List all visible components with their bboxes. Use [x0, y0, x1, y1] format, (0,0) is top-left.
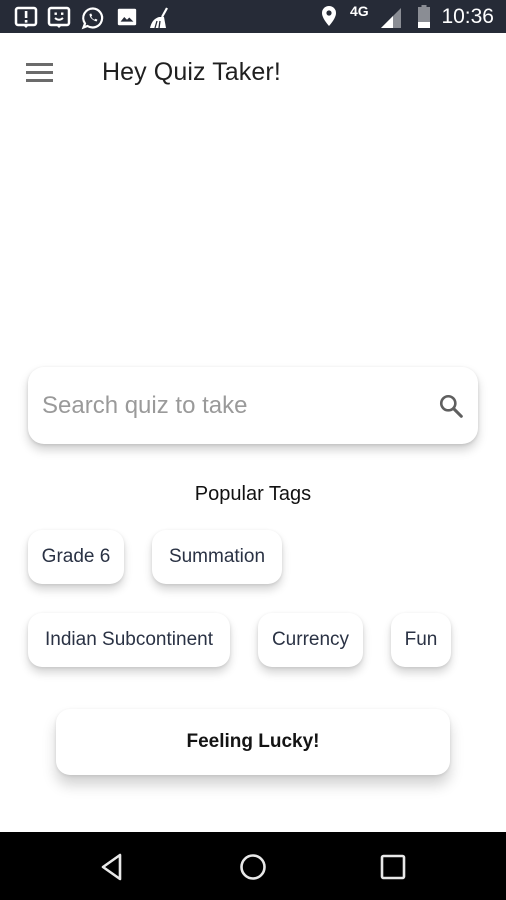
- tag-chip-currency[interactable]: Currency: [258, 613, 363, 667]
- back-icon[interactable]: [96, 850, 130, 884]
- tag-chip-indian-subcontinent[interactable]: Indian Subcontinent: [28, 613, 230, 667]
- popular-tags-heading: Popular Tags: [194, 483, 312, 505]
- home-icon[interactable]: [236, 850, 270, 884]
- tag-chip-label: Summation: [168, 546, 266, 567]
- system-nav-bar: [0, 832, 506, 900]
- network-type: 4G: [350, 3, 369, 19]
- cleaner-broom-icon: [150, 7, 168, 29]
- location-pin-icon: [322, 6, 336, 26]
- status-bar: 4G 10:36: [0, 0, 506, 33]
- tag-chip-label: Fun: [404, 629, 438, 650]
- page-title: Hey Quiz Taker!: [102, 58, 281, 86]
- tag-chip-fun[interactable]: Fun: [391, 613, 451, 667]
- tag-chip-summation[interactable]: Summation: [152, 530, 282, 584]
- face-notification-icon: [47, 6, 71, 28]
- clock: 10:36: [441, 5, 494, 28]
- battery-icon: [418, 5, 430, 28]
- search-icon[interactable]: [438, 393, 464, 419]
- app-bar: Hey Quiz Taker!: [0, 33, 506, 113]
- search-input[interactable]: [42, 367, 422, 444]
- search-bar: [28, 367, 478, 444]
- screen: 4G 10:36 Hey Quiz Taker! Popular Tags Gr…: [0, 0, 506, 900]
- tag-chip-grade-6[interactable]: Grade 6: [28, 530, 124, 584]
- tag-chip-label: Indian Subcontinent: [45, 629, 213, 650]
- image-icon: [117, 8, 137, 26]
- alert-notification-icon: [14, 6, 38, 28]
- signal-icon: [381, 8, 401, 28]
- recents-icon[interactable]: [376, 850, 410, 884]
- hamburger-menu-icon[interactable]: [20, 55, 60, 91]
- tag-chip-label: Grade 6: [41, 546, 111, 567]
- tag-chip-label: Currency: [271, 629, 350, 650]
- whatsapp-icon: [81, 7, 104, 30]
- feeling-lucky-button[interactable]: Feeling Lucky!: [56, 709, 450, 775]
